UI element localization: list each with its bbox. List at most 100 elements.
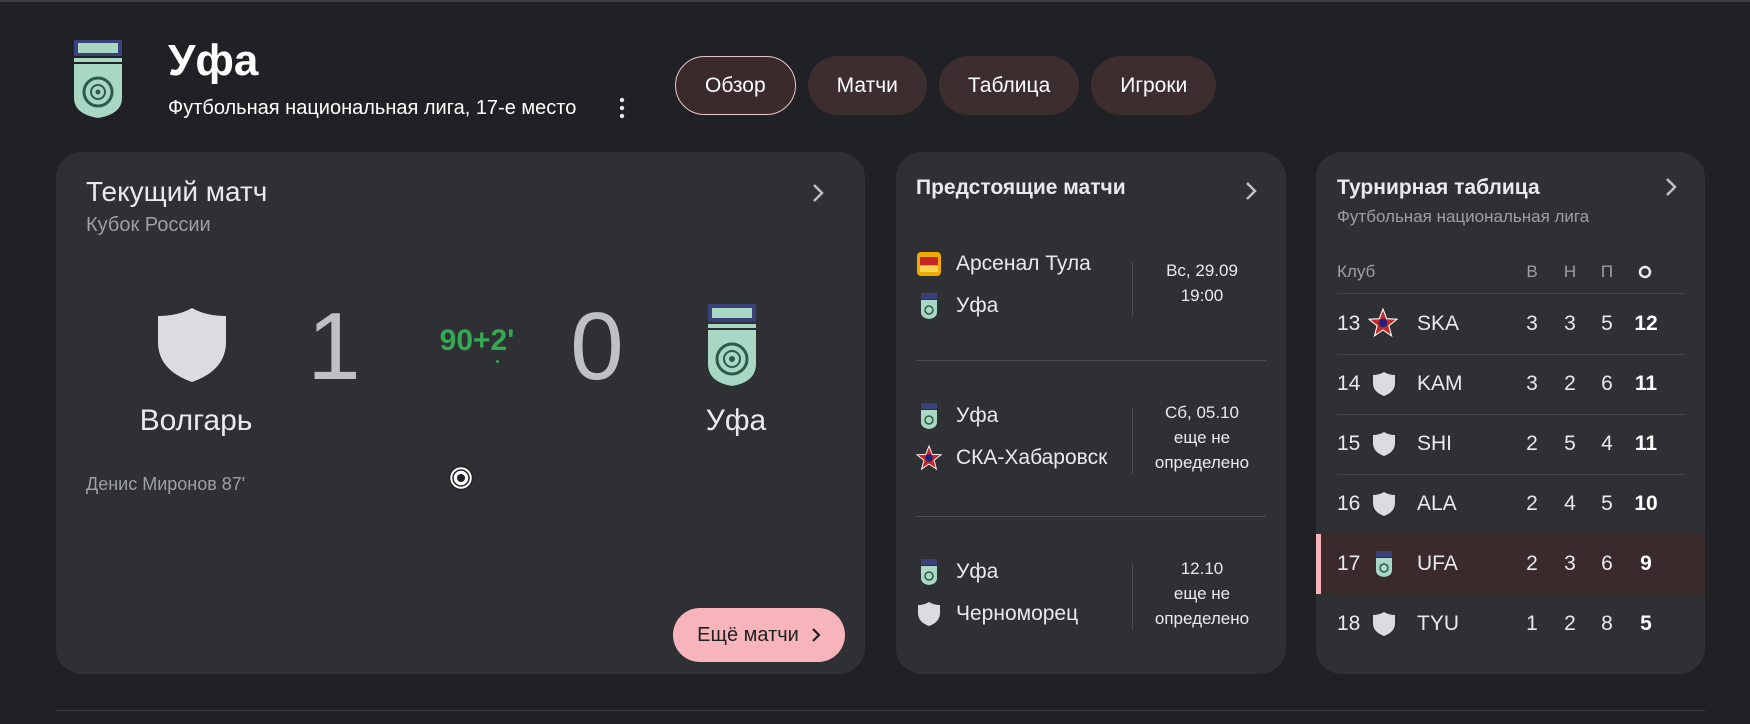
row-team: UFA bbox=[1417, 552, 1458, 575]
row-losses: 5 bbox=[1601, 492, 1613, 515]
ufa-crest-icon bbox=[916, 401, 942, 431]
table-row[interactable]: 14 KAM 3 2 6 11 bbox=[1316, 354, 1705, 414]
table-row[interactable]: 16 ALA 2 4 5 10 bbox=[1316, 474, 1705, 534]
row-team: KAM bbox=[1417, 372, 1463, 395]
top-divider bbox=[0, 0, 1750, 2]
row-draws: 4 bbox=[1564, 492, 1576, 515]
chevron-right-icon[interactable] bbox=[811, 182, 825, 204]
row-wins: 2 bbox=[1526, 432, 1538, 455]
row-losses: 6 bbox=[1601, 372, 1613, 395]
shield-icon bbox=[916, 599, 942, 629]
away-score: 0 bbox=[570, 293, 624, 400]
row-position: 18 bbox=[1337, 612, 1361, 635]
shield-icon bbox=[1373, 372, 1395, 396]
ufa-crest-icon bbox=[708, 304, 756, 386]
team-name: Черноморец bbox=[956, 602, 1079, 625]
row-team: TYU bbox=[1417, 612, 1459, 635]
tab-table[interactable]: Таблица bbox=[938, 56, 1080, 115]
divider bbox=[916, 516, 1266, 517]
team-name: Уфа bbox=[956, 560, 999, 583]
divider bbox=[916, 360, 1266, 361]
fixture-team: Уфа bbox=[916, 398, 998, 434]
row-draws: 5 bbox=[1564, 432, 1576, 455]
fixture-divider bbox=[1132, 408, 1133, 474]
row-position: 16 bbox=[1337, 492, 1361, 515]
current-match-card[interactable]: Текущий матч Кубок России Волгарь 1 90+2… bbox=[56, 152, 865, 674]
points-icon bbox=[1638, 265, 1652, 279]
standings-card[interactable]: Турнирная таблица Футбольная национальна… bbox=[1316, 152, 1705, 674]
chevron-right-icon bbox=[812, 628, 821, 642]
shield-icon bbox=[158, 308, 226, 382]
upcoming-matches-card[interactable]: Предстоящие матчи Арсенал Тула Уфа Вс, 2… bbox=[896, 152, 1286, 674]
fixture-item[interactable]: Арсенал Тула Уфа Вс, 29.09 19:00 bbox=[916, 242, 1266, 362]
column-club: Клуб bbox=[1337, 262, 1376, 281]
row-points: 11 bbox=[1634, 372, 1658, 395]
row-losses: 8 bbox=[1601, 612, 1613, 635]
fixture-date-line: Вс, 29.09 bbox=[1166, 261, 1238, 280]
fixture-status: еще не bbox=[1173, 428, 1231, 447]
shield-icon bbox=[1373, 492, 1395, 516]
row-points: 9 bbox=[1640, 552, 1652, 575]
table-row[interactable]: 13 SKA 3 3 5 12 bbox=[1316, 294, 1705, 354]
row-position: 14 bbox=[1337, 372, 1361, 395]
current-match-title: Текущий матч bbox=[86, 176, 268, 207]
fixture-date: 12.10 еще не определено bbox=[1138, 556, 1266, 631]
row-losses: 5 bbox=[1601, 312, 1613, 335]
match-minute: 90+2' bbox=[439, 324, 515, 357]
team-name: Арсенал Тула bbox=[956, 252, 1091, 275]
table-row[interactable]: 15 SHI 2 5 4 11 bbox=[1316, 414, 1705, 474]
fixture-time: 19:00 bbox=[1180, 286, 1224, 305]
row-wins: 3 bbox=[1526, 372, 1538, 395]
tab-overview[interactable]: Обзор bbox=[675, 56, 796, 115]
fixture-divider bbox=[1132, 262, 1133, 316]
tab-bar: Обзор Матчи Таблица Игроки bbox=[675, 56, 1217, 115]
row-team: ALA bbox=[1417, 492, 1457, 515]
ufa-crest-icon bbox=[916, 557, 942, 587]
upcoming-title: Предстоящие матчи bbox=[916, 176, 1126, 199]
fixture-item[interactable]: Уфа СКА-Хабаровск Сб, 05.10 еще не опред… bbox=[916, 398, 1266, 518]
tab-matches[interactable]: Матчи bbox=[807, 56, 927, 115]
row-points: 10 bbox=[1634, 492, 1658, 515]
soccer-ball-icon bbox=[448, 465, 474, 491]
chevron-right-icon[interactable] bbox=[1664, 176, 1678, 198]
column-losses: П bbox=[1600, 262, 1614, 281]
fixture-status: определено bbox=[1154, 609, 1250, 628]
fixture-team: Уфа bbox=[916, 288, 998, 324]
column-draws: Н bbox=[1563, 262, 1577, 281]
fixture-team: Уфа bbox=[916, 554, 998, 590]
competition-name: Кубок России bbox=[86, 214, 211, 236]
row-draws: 2 bbox=[1564, 612, 1576, 635]
row-wins: 1 bbox=[1526, 612, 1538, 635]
row-team: SHI bbox=[1417, 432, 1453, 455]
row-points: 5 bbox=[1640, 612, 1652, 635]
fixture-date-line: 12.10 bbox=[1180, 559, 1224, 578]
fixture-date: Сб, 05.10 еще не определено bbox=[1138, 400, 1266, 475]
row-losses: 4 bbox=[1601, 432, 1613, 455]
fixture-item[interactable]: Уфа Черноморец 12.10 еще не определено bbox=[916, 554, 1266, 674]
row-wins: 3 bbox=[1526, 312, 1538, 335]
row-draws: 2 bbox=[1564, 372, 1576, 395]
team-name: СКА-Хабаровск bbox=[956, 446, 1108, 469]
row-wins: 2 bbox=[1526, 492, 1538, 515]
tab-players[interactable]: Игроки bbox=[1091, 56, 1217, 115]
more-matches-button[interactable]: Ещё матчи bbox=[673, 608, 845, 662]
live-indicator bbox=[496, 360, 499, 363]
page-title: Уфа bbox=[168, 36, 259, 85]
fixture-status: еще не bbox=[1173, 584, 1231, 603]
shield-icon bbox=[1373, 612, 1395, 636]
row-points: 11 bbox=[1634, 432, 1658, 455]
more-vert-icon[interactable] bbox=[612, 96, 632, 120]
ska-khabarovsk-star-icon bbox=[916, 443, 942, 473]
fixture-date-line: Сб, 05.10 bbox=[1164, 403, 1239, 422]
fixture-divider bbox=[1132, 564, 1133, 630]
table-row[interactable]: 18 TYU 1 2 8 5 bbox=[1316, 594, 1705, 654]
fixture-team: Арсенал Тула bbox=[916, 246, 1091, 282]
row-team: SKA bbox=[1417, 312, 1460, 335]
home-team-name[interactable]: Волгарь bbox=[86, 404, 306, 438]
table-row-highlighted[interactable]: 17 UFA 2 3 6 9 bbox=[1316, 534, 1705, 594]
chevron-right-icon[interactable] bbox=[1244, 180, 1258, 202]
ufa-crest-icon bbox=[74, 40, 122, 118]
row-draws: 3 bbox=[1564, 552, 1576, 575]
away-team-name[interactable]: Уфа bbox=[676, 404, 796, 438]
row-wins: 2 bbox=[1526, 552, 1538, 575]
